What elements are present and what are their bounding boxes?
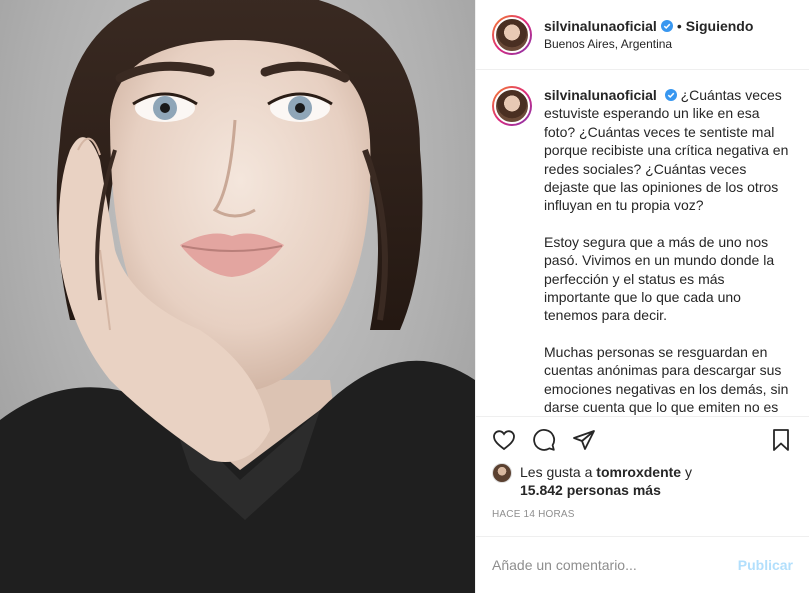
likes-text: Les gusta a tomroxdente y 15.842 persona…: [520, 464, 692, 498]
header-info: silvinalunaoficial • Siguiendo Buenos Ai…: [544, 18, 753, 51]
action-bar: [476, 417, 809, 463]
location-link[interactable]: Buenos Aires, Argentina: [544, 37, 753, 51]
post-photo[interactable]: [0, 0, 475, 593]
separator-dot: •: [676, 18, 682, 34]
publish-button[interactable]: Publicar: [738, 557, 793, 573]
caption-text: silvinalunaoficial ¿Cuántas veces estuvi…: [544, 86, 792, 416]
likes-summary: Les gusta a tomroxdente y 15.842 persona…: [476, 463, 809, 499]
likes-count-link[interactable]: 15.842 personas más: [520, 482, 661, 498]
post-details-panel: silvinalunaoficial • Siguiendo Buenos Ai…: [475, 0, 809, 593]
share-icon[interactable]: [572, 428, 596, 452]
liker-username[interactable]: tomroxdente: [596, 464, 681, 480]
caption-paragraph-2: Estoy segura que a más de uno nos pasó. …: [544, 233, 775, 324]
instagram-post: silvinalunaoficial • Siguiendo Buenos Ai…: [0, 0, 809, 593]
caption-username[interactable]: silvinalunaoficial: [544, 87, 657, 103]
author-avatar[interactable]: [492, 14, 532, 55]
caption-scroll-area[interactable]: silvinalunaoficial ¿Cuántas veces estuvi…: [476, 70, 809, 417]
verified-badge-icon: [660, 20, 673, 32]
portrait-image: [0, 0, 475, 593]
caption: silvinalunaoficial ¿Cuántas veces estuvi…: [492, 86, 793, 416]
bookmark-icon[interactable]: [769, 428, 793, 452]
liker-avatar[interactable]: [492, 463, 512, 483]
heart-icon[interactable]: [492, 428, 516, 452]
caption-paragraph-3: Muchas personas se resguardan en cuentas…: [544, 343, 789, 416]
caption-paragraph-1: silvinalunaoficial ¿Cuántas veces estuvi…: [544, 87, 789, 214]
verified-badge-icon: [664, 89, 677, 101]
following-button[interactable]: Siguiendo: [686, 18, 754, 34]
comment-icon[interactable]: [532, 428, 556, 452]
author-username[interactable]: silvinalunaoficial: [544, 18, 657, 34]
post-timestamp[interactable]: Hace 14 horas: [476, 499, 809, 537]
post-header: silvinalunaoficial • Siguiendo Buenos Ai…: [476, 0, 809, 70]
comment-form: Publicar: [476, 537, 809, 593]
caption-author-avatar[interactable]: [492, 86, 532, 126]
comment-input[interactable]: [492, 557, 738, 573]
